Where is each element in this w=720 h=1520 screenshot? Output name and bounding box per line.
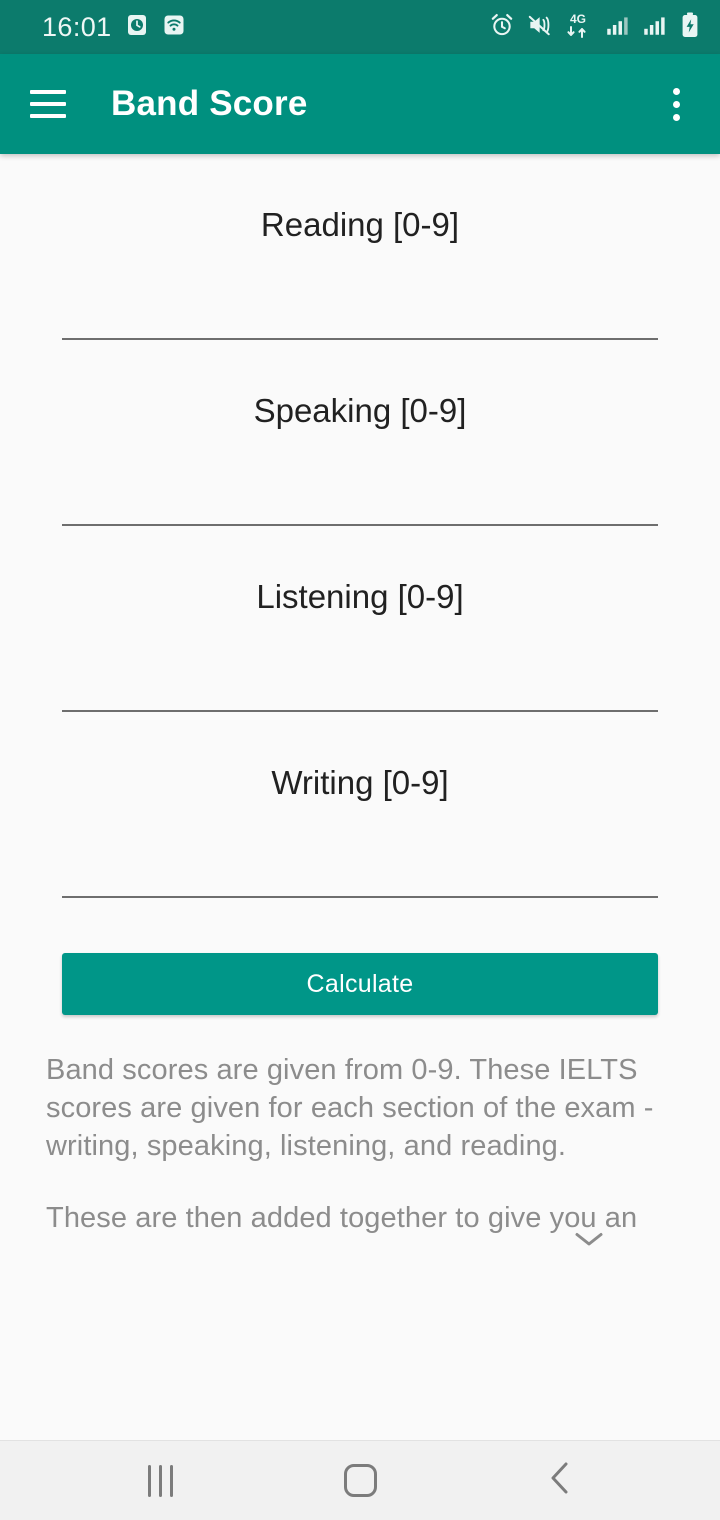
alarm-icon bbox=[489, 12, 515, 43]
signal-sim1-icon bbox=[604, 12, 630, 43]
back-icon bbox=[545, 1459, 575, 1502]
status-bar-clock: 16:01 bbox=[42, 11, 112, 42]
hamburger-menu-icon[interactable] bbox=[30, 90, 66, 118]
field-writing[interactable] bbox=[62, 712, 658, 898]
battery-charging-icon bbox=[678, 12, 702, 43]
calculate-button-wrapper: Calculate bbox=[62, 898, 658, 1015]
field-reading[interactable] bbox=[62, 154, 658, 340]
svg-text:4G: 4G bbox=[570, 12, 586, 26]
signal-sim2-icon bbox=[641, 12, 667, 43]
clock-square-icon bbox=[125, 13, 149, 42]
wifi-icon bbox=[162, 13, 186, 42]
status-bar: 16:01 4G bbox=[0, 0, 720, 54]
recents-icon bbox=[147, 1464, 173, 1497]
calculate-button[interactable]: Calculate bbox=[62, 953, 658, 1015]
description-block: Band scores are given from 0-9. These IE… bbox=[46, 1015, 674, 1237]
description-paragraph-1: Band scores are given from 0-9. These IE… bbox=[46, 1054, 654, 1162]
status-bar-right: 4G bbox=[489, 10, 702, 45]
nav-recents-button[interactable] bbox=[114, 1451, 206, 1511]
writing-input[interactable] bbox=[62, 764, 658, 802]
nav-home-button[interactable] bbox=[314, 1451, 406, 1511]
chevron-down-icon[interactable] bbox=[572, 1229, 606, 1249]
field-listening[interactable] bbox=[62, 526, 658, 712]
field-speaking[interactable] bbox=[62, 340, 658, 526]
system-nav-bar bbox=[0, 1440, 720, 1520]
phone-screen: 16:01 4G Band Score Reading [0-9] Speaki… bbox=[0, 0, 720, 1520]
speaking-input[interactable] bbox=[62, 392, 658, 430]
listening-input[interactable] bbox=[62, 578, 658, 616]
mute-vibrate-icon bbox=[526, 12, 552, 43]
app-bar: Band Score bbox=[0, 54, 720, 154]
nav-back-button[interactable] bbox=[514, 1451, 606, 1511]
reading-input[interactable] bbox=[62, 206, 658, 244]
home-icon bbox=[343, 1464, 377, 1497]
page-title: Band Score bbox=[111, 84, 308, 123]
overflow-menu-icon[interactable] bbox=[654, 82, 698, 126]
status-bar-left: 16:01 bbox=[42, 12, 186, 43]
4g-data-icon: 4G bbox=[563, 10, 593, 45]
main-content: Calculate Band scores are given from 0-9… bbox=[0, 154, 720, 1440]
